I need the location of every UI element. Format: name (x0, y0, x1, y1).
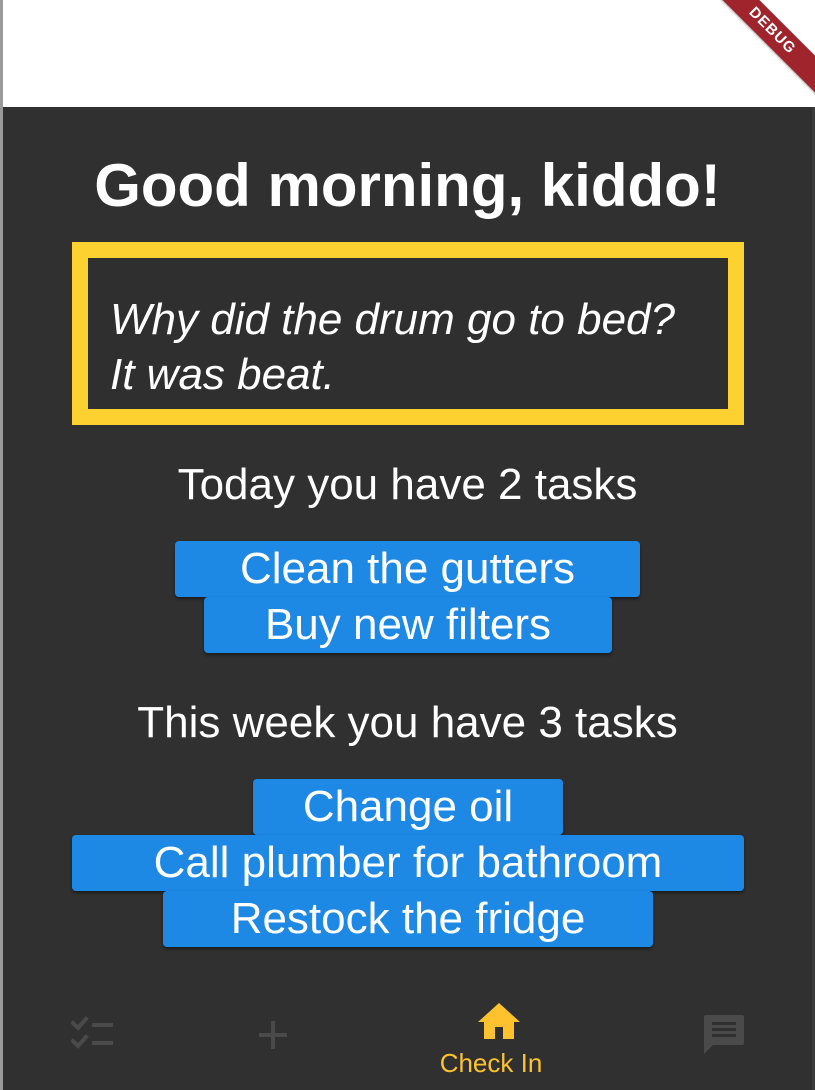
joke-card: Why did the drum go to bed? It was beat. (72, 242, 744, 425)
task-chip-today[interactable]: Clean the gutters (175, 541, 640, 597)
week-heading: This week you have 3 tasks (137, 698, 678, 747)
greeting-title: Good morning, kiddo! (94, 152, 721, 219)
nav-item-add[interactable] (205, 985, 407, 1090)
add-icon (259, 1021, 287, 1049)
checklist-icon (71, 1016, 113, 1049)
app-bar (3, 0, 815, 107)
bottom-navigation: Check In (3, 985, 812, 1090)
nav-label-check-in: Check In (439, 1048, 543, 1078)
nav-item-messages[interactable] (609, 985, 811, 1090)
chat-icon (704, 1015, 744, 1054)
task-chip-week[interactable]: Restock the fridge (163, 891, 653, 947)
nav-item-tasks[interactable] (3, 985, 205, 1090)
task-chip-today[interactable]: Buy new filters (204, 597, 612, 653)
home-icon (478, 1003, 520, 1039)
nav-item-check-in[interactable]: Check In (407, 985, 609, 1090)
today-heading: Today you have 2 tasks (177, 460, 638, 509)
app-window: Good morning, kiddo! Why did the drum go… (0, 0, 815, 1090)
task-chip-week[interactable]: Call plumber for bathroom (72, 835, 744, 891)
task-chip-week[interactable]: Change oil (253, 779, 563, 835)
joke-text: Why did the drum go to bed? It was beat. (88, 258, 728, 409)
